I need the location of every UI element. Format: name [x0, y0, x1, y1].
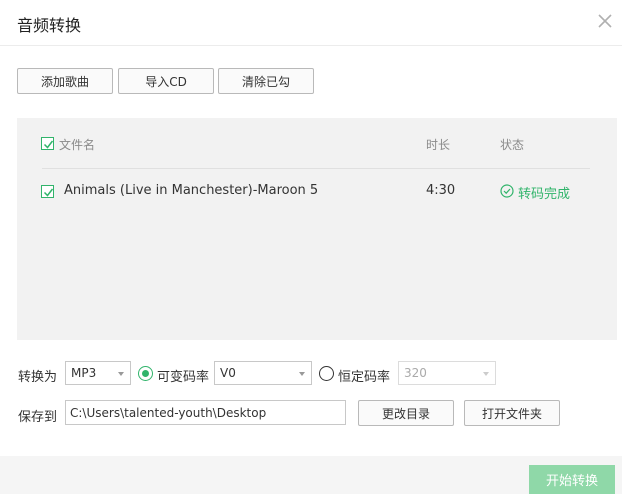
- row-duration: 4:30: [426, 183, 456, 198]
- header-divider: [42, 168, 590, 169]
- header-status[interactable]: 状态: [500, 136, 524, 153]
- file-list-panel: [17, 118, 617, 340]
- chevron-down-icon: [299, 372, 305, 376]
- check-circle-icon: [500, 183, 514, 202]
- vbr-label[interactable]: 可变码率: [157, 366, 209, 385]
- chevron-down-icon: [483, 372, 489, 376]
- select-all-checkbox[interactable]: [41, 137, 54, 150]
- format-value: MP3: [71, 366, 97, 380]
- vbr-value: V0: [220, 366, 236, 380]
- cbr-label[interactable]: 恒定码率: [338, 366, 390, 385]
- import-cd-button[interactable]: 导入CD: [118, 68, 214, 94]
- vbr-radio[interactable]: [138, 366, 153, 381]
- cbr-select[interactable]: 320: [398, 361, 496, 385]
- save-path-input[interactable]: C:\Users\talented-youth\Desktop: [65, 400, 346, 425]
- cbr-value: 320: [404, 366, 427, 380]
- title-bar: 音频转换: [0, 0, 622, 46]
- start-convert-button[interactable]: 开始转换: [529, 465, 615, 494]
- clear-checked-button[interactable]: 清除已勾: [218, 68, 314, 94]
- close-icon[interactable]: [594, 10, 616, 32]
- row-filename: Animals (Live in Manchester)-Maroon 5: [64, 183, 319, 198]
- add-song-button[interactable]: 添加歌曲: [17, 68, 113, 94]
- header-duration[interactable]: 时长: [426, 136, 450, 153]
- status-text: 转码完成: [518, 187, 571, 202]
- vbr-select[interactable]: V0: [214, 361, 312, 385]
- save-to-label: 保存到: [18, 410, 58, 425]
- open-folder-button[interactable]: 打开文件夹: [464, 400, 560, 426]
- row-checkbox[interactable]: [41, 185, 54, 198]
- window-title: 音频转换: [17, 16, 82, 35]
- chevron-down-icon: [118, 372, 124, 376]
- change-directory-button[interactable]: 更改目录: [358, 400, 454, 426]
- convert-to-label: 转换为: [18, 370, 58, 385]
- cbr-radio[interactable]: [319, 366, 334, 381]
- format-select[interactable]: MP3: [65, 361, 131, 385]
- row-status: 转码完成: [500, 183, 570, 202]
- header-filename[interactable]: 文件名: [59, 136, 95, 153]
